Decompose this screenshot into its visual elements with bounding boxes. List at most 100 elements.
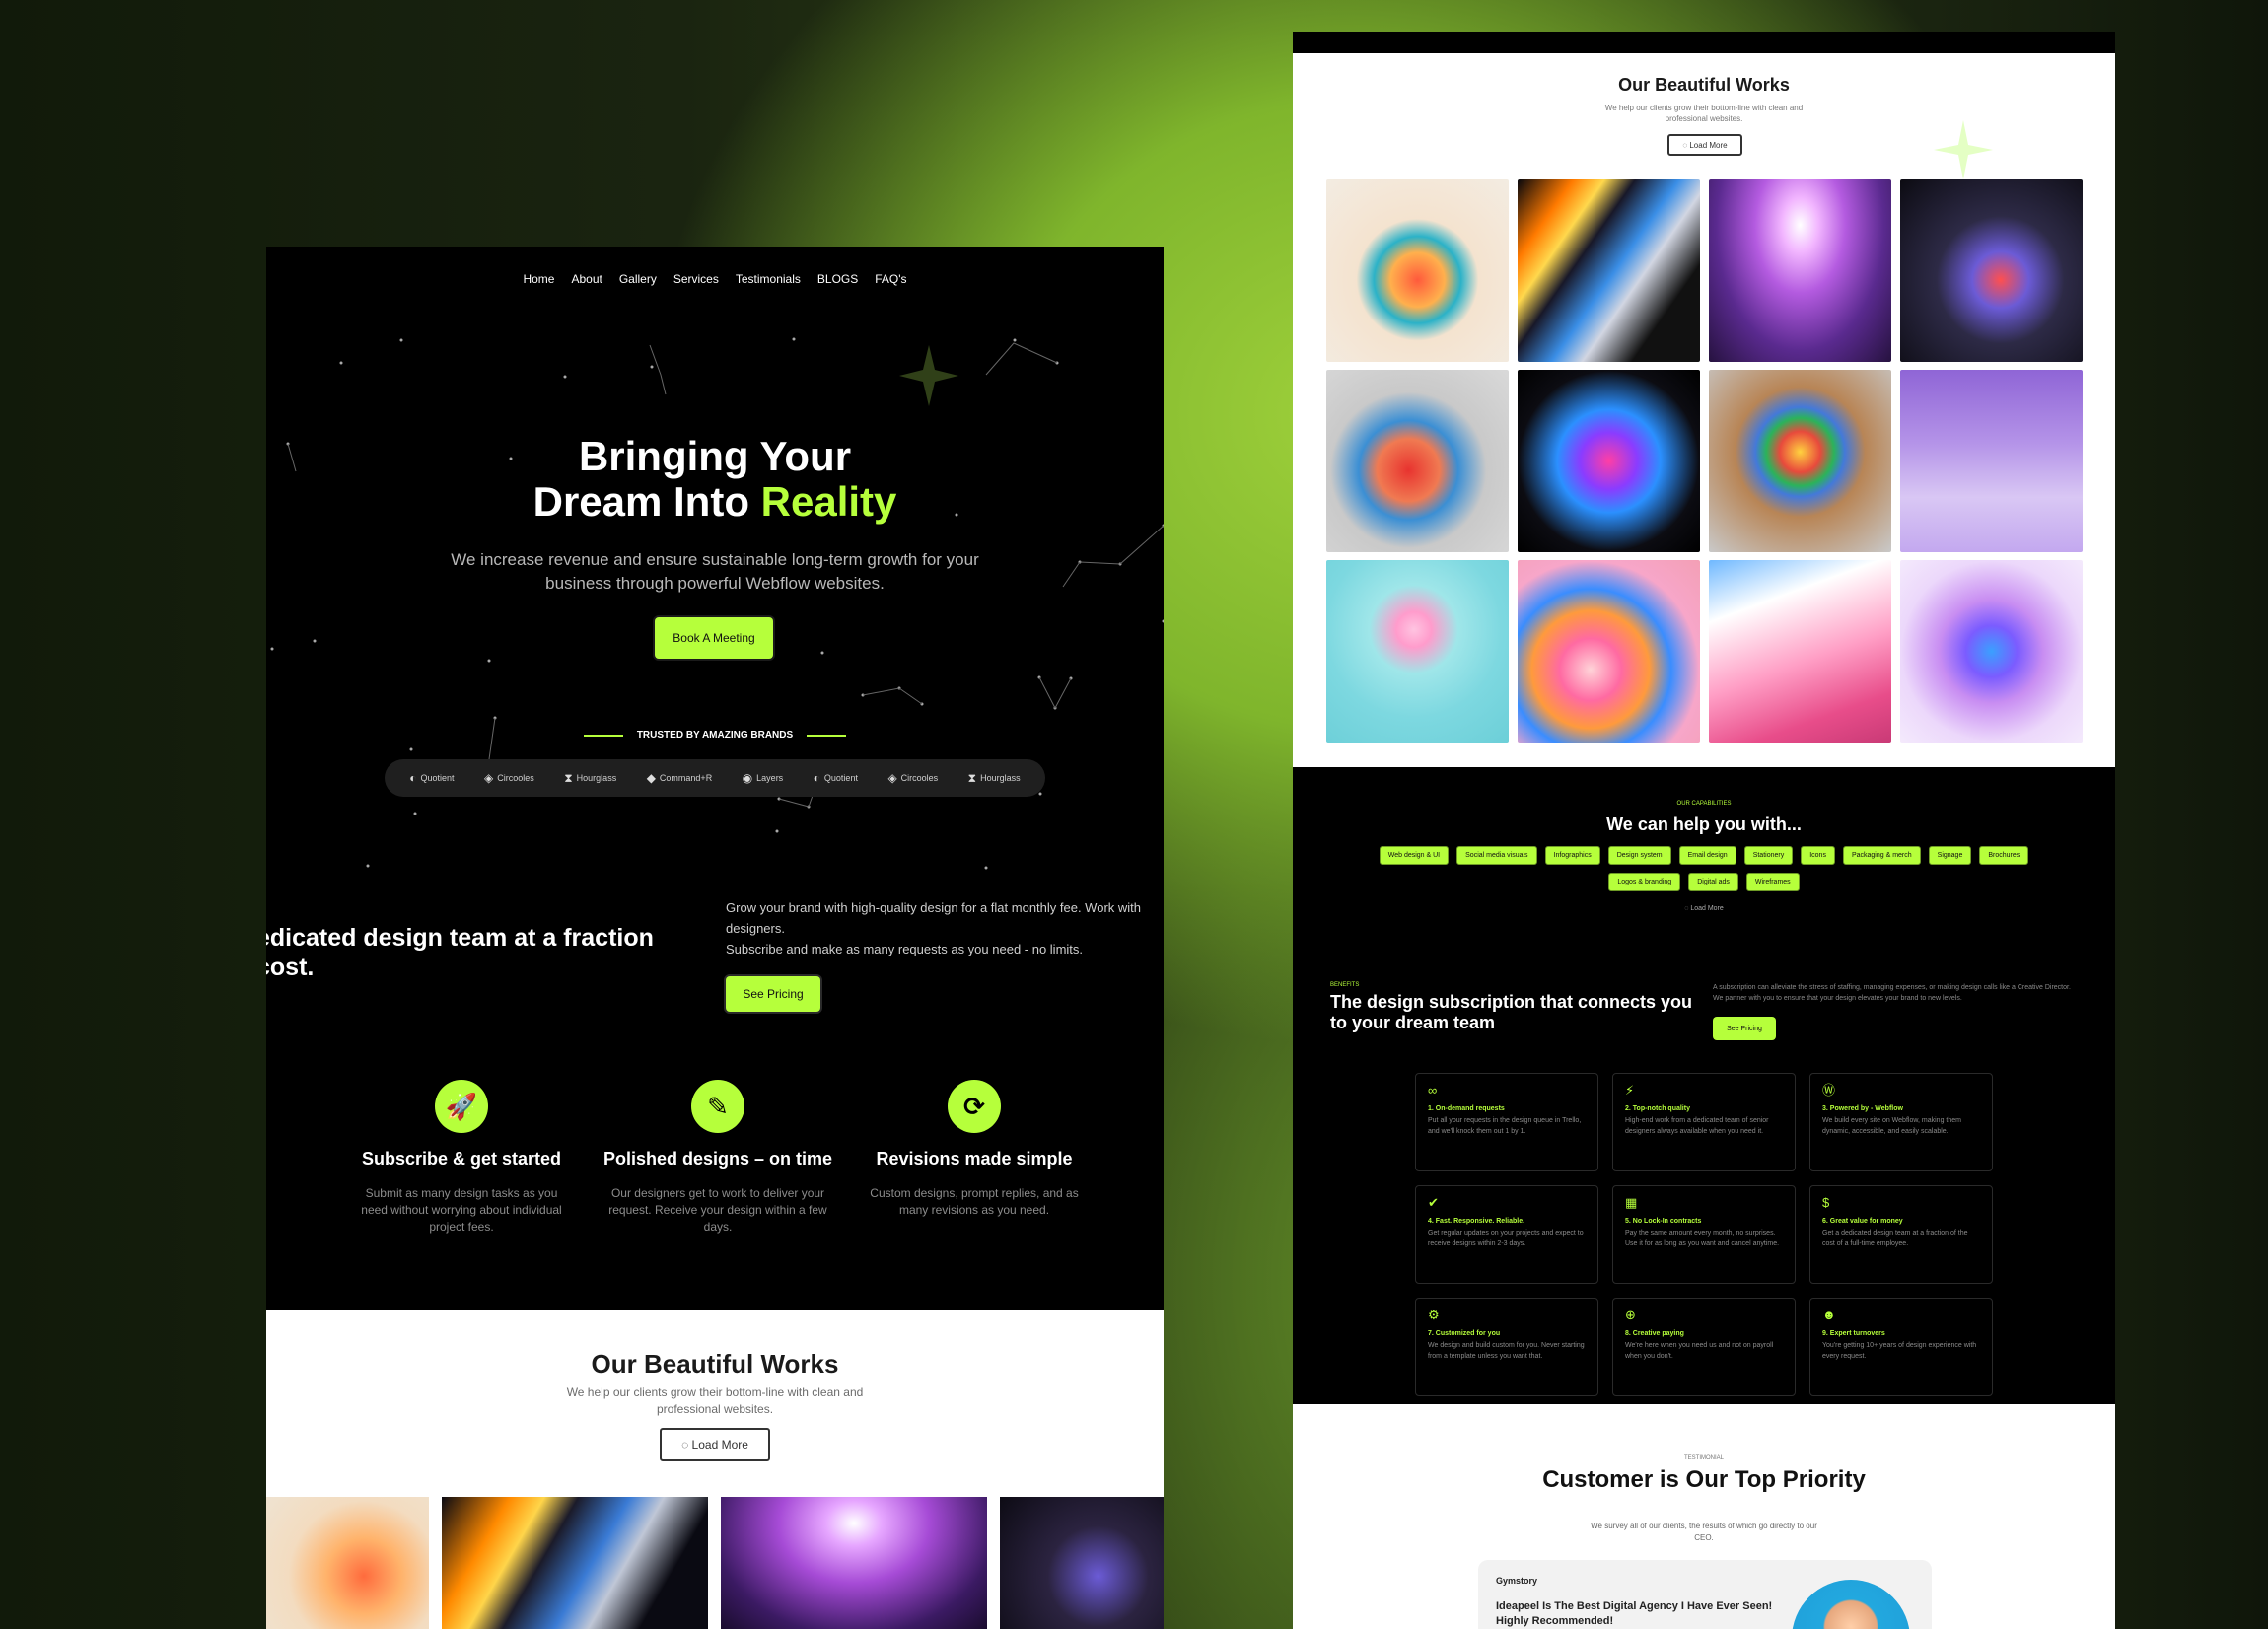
capability-chip[interactable]: Design system [1607, 846, 1671, 865]
benefit-text: We build every site on Webflow, making t… [1822, 1117, 1961, 1135]
capabilities-load-more[interactable]: ◌ Load More [1293, 905, 2115, 912]
capability-chips: Web design & UI Social media visuals Inf… [1347, 846, 2061, 891]
benefit-title: 6. Great value for money [1822, 1218, 1903, 1225]
works-subtitle: We help our clients grow their bottom-li… [1604, 104, 1804, 123]
work-image[interactable] [442, 1497, 708, 1629]
benefit-text: You're getting 10+ years of design exper… [1822, 1342, 1977, 1360]
feature-title: Polished designs – on time [602, 1149, 833, 1169]
benefit-text: We design and build custom for you. Neve… [1428, 1342, 1585, 1360]
capability-chip[interactable]: Social media visuals [1456, 846, 1537, 865]
hero-title-line2: Dream Into [532, 478, 761, 525]
see-pricing-button[interactable]: See Pricing [1713, 1017, 1776, 1040]
feature-title: Revisions made simple [876, 1149, 1073, 1169]
capability-chip[interactable]: Stationery [1743, 846, 1794, 865]
work-image[interactable] [1709, 560, 1891, 743]
testimonial-quote: Ideapeel Is The Best Digital Agency I Ha… [1496, 1600, 1773, 1627]
benefit-text: Put all your requests in the design queu… [1428, 1117, 1582, 1135]
circooles-logo-icon: ◈ [484, 771, 494, 785]
benefit-cards: ∞ 1. On-demand requests Put all your reque… [1415, 1073, 1993, 1396]
nav-home[interactable]: Home [523, 272, 554, 286]
testimonial-card: Gymstory Ideapeel Is The Best Digital Ag… [1478, 1560, 1932, 1629]
nav-testimonials[interactable]: Testimonials [736, 272, 801, 286]
testimonial-title: Customer is Our Top Priority [1542, 1466, 1866, 1493]
capabilities-benefits-section: OUR CAPABILITIES We can help you with...… [1293, 767, 2115, 1404]
works-title: Our Beautiful Works [591, 1349, 839, 1379]
main-nav: Home About Gallery Services Testimonials… [266, 272, 1164, 286]
benefit-title: 9. Expert turnovers [1822, 1330, 1885, 1337]
benefit-card: $6. Great value for money Get a dedicated… [1809, 1185, 1993, 1284]
work-image[interactable] [1000, 1497, 1164, 1629]
benefit-title: 1. On-demand requests [1428, 1105, 1505, 1112]
benefits-title: The design subscription that connects yo… [1330, 992, 1693, 1032]
sparkle-star-icon [899, 345, 958, 406]
hourglass-logo-icon: ⧗ [967, 770, 977, 785]
capability-chip[interactable]: Brochures [1979, 846, 2029, 865]
work-image[interactable] [1709, 370, 1891, 552]
brand-logo: ⧗ Hourglass [967, 770, 1021, 785]
nav-blogs[interactable]: BLOGS [817, 272, 858, 286]
command-r-logo-icon: ◆ [646, 771, 656, 785]
brand-logo: ◐ Quotient [409, 771, 455, 785]
nav-services[interactable]: Services [673, 272, 719, 286]
feature-item: ⟳ Revisions made simple Custom designs, … [856, 1080, 1093, 1236]
hourglass-logo-icon: ⧗ [564, 770, 573, 785]
capability-chip[interactable]: Wireframes [1745, 873, 1800, 891]
feature-text: Custom designs, prompt replies, and as m… [870, 1186, 1079, 1217]
capability-chip[interactable]: Icons [1801, 846, 1835, 865]
gear-icon: ⚙ [1428, 1308, 1440, 1322]
work-image[interactable] [721, 1497, 987, 1629]
benefit-title: 2. Top-notch quality [1625, 1105, 1690, 1112]
benefit-card: ∞ 1. On-demand requests Put all your reque… [1415, 1073, 1598, 1171]
sparkle-star-icon [1934, 120, 1993, 179]
book-meeting-button[interactable]: Book A Meeting [655, 617, 773, 659]
benefit-title: 3. Powered by - Webflow [1822, 1105, 1903, 1112]
works-image-strip [266, 1497, 1164, 1629]
work-image[interactable] [1518, 560, 1700, 743]
work-image[interactable] [1900, 179, 2083, 362]
capability-chip[interactable]: Packaging & merch [1842, 846, 1921, 865]
capability-chip[interactable]: Web design & UI [1379, 846, 1450, 865]
testimonial-company: Gymstory [1496, 1576, 1538, 1586]
benefit-card: ☻ 9. Expert turnovers You're getting 10+ y… [1809, 1298, 1993, 1396]
search-money-icon: ⊕ [1625, 1308, 1636, 1322]
top-bar [1293, 32, 2115, 53]
work-image[interactable] [1326, 179, 1509, 362]
benefit-card: ✔ 4. Fast. Responsive. Reliable. Get regul… [1415, 1185, 1598, 1284]
trusted-by-heading: TRUSTED BY AMAZING BRANDS [266, 730, 1164, 741]
feature-text: Our designers get to work to deliver you… [608, 1186, 827, 1234]
dedicated-team-heading: edicated design team at a fraction cost. [266, 924, 654, 981]
grow-description: Grow your brand with high-quality design… [726, 897, 1164, 959]
benefit-title: 4. Fast. Responsive. Reliable. [1428, 1218, 1525, 1225]
load-more-button[interactable]: ◌ Load More [660, 1428, 770, 1461]
lightning-icon: ⚡ [1625, 1083, 1635, 1098]
work-image[interactable] [1900, 370, 2083, 552]
work-image[interactable] [1326, 370, 1509, 552]
grow-line-2: Subscribe and make as many requests as y… [726, 942, 1084, 956]
landing-page-right: Our Beautiful Works We help our clients … [1293, 32, 2115, 1629]
brand-logo: ◉ Layers [742, 771, 784, 785]
work-image[interactable] [1518, 179, 1700, 362]
hero-title-accent: Reality [760, 478, 897, 525]
work-image[interactable] [1900, 560, 2083, 743]
capability-chip[interactable]: Infographics [1544, 846, 1600, 865]
capability-chip[interactable]: Digital ads [1688, 873, 1738, 891]
circooles-logo-icon: ◈ [887, 771, 897, 785]
see-pricing-button[interactable]: See Pricing [726, 976, 820, 1012]
refresh-icon: ⟳ [948, 1080, 1001, 1133]
hero-title: Bringing Your Dream Into Reality [266, 434, 1164, 525]
works-subtitle: We help our clients grow their bottom-li… [566, 1385, 864, 1416]
capability-chip[interactable]: Logos & branding [1608, 873, 1681, 891]
hero-subtitle: We increase revenue and ensure sustainab… [451, 550, 979, 593]
nav-gallery[interactable]: Gallery [619, 272, 657, 286]
calendar-icon: ▦ [1625, 1195, 1638, 1210]
capability-chip[interactable]: Signage [1928, 846, 1972, 865]
capability-chip[interactable]: Email design [1678, 846, 1736, 865]
work-image[interactable] [1518, 370, 1700, 552]
nav-about[interactable]: About [571, 272, 602, 286]
work-image[interactable] [1326, 560, 1509, 743]
load-more-button[interactable]: ◌ Load More [1667, 134, 1742, 156]
work-image[interactable] [1709, 179, 1891, 362]
work-image[interactable] [266, 1497, 429, 1629]
nav-faqs[interactable]: FAQ's [875, 272, 906, 286]
benefit-title: 8. Creative paying [1625, 1330, 1684, 1337]
